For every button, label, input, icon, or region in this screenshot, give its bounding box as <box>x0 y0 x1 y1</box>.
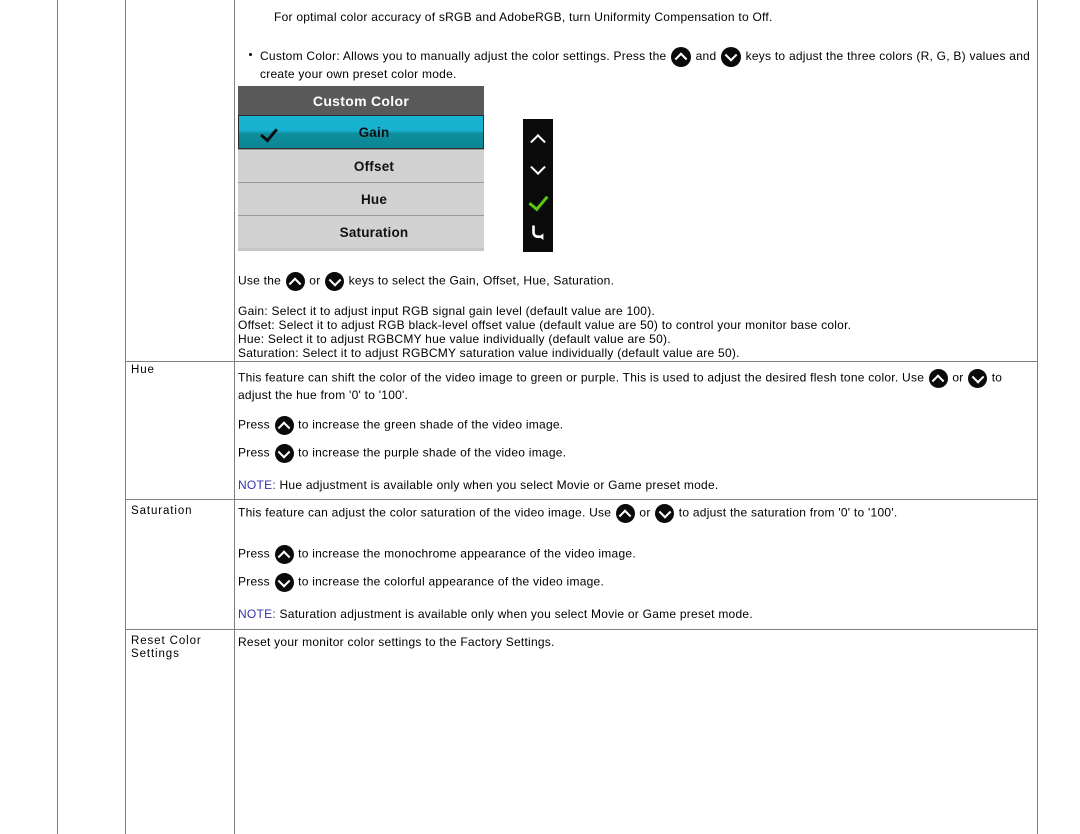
reset-description: Reset your monitor color settings to the… <box>238 635 555 649</box>
hue-press-up-pre: Press <box>238 417 270 432</box>
down-chevron-icon <box>655 504 675 523</box>
custom-color-bullet-list: Custom Color: Allows you to manually adj… <box>238 47 1036 82</box>
use-keys-line: Use the or keys to select the Gain, Offs… <box>238 272 1036 291</box>
definition-saturation: Saturation: Select it to adjust RGBCMY s… <box>238 346 740 360</box>
saturation-desc-or: or <box>639 505 651 520</box>
custom-color-intro-block: For optimal color accuracy of sRGB and A… <box>238 10 1036 25</box>
hue-press-up-line: Press to increase the green shade of the… <box>238 416 1036 435</box>
document-page: For optimal color accuracy of sRGB and A… <box>0 0 1080 834</box>
use-keys-text-2: keys to select the Gain, Offset, Hue, Sa… <box>348 273 615 288</box>
up-chevron-icon[interactable] <box>527 128 549 150</box>
row-divider-hue <box>125 361 1037 362</box>
up-chevron-icon <box>928 369 948 388</box>
definition-offset: Offset: Select it to adjust RGB black-le… <box>238 318 852 332</box>
table-col2-divider <box>234 0 235 834</box>
saturation-desc-text-1: This feature can adjust the color satura… <box>238 505 612 520</box>
definition-gain: Gain: Select it to adjust input RGB sign… <box>238 304 656 318</box>
use-keys-or: or <box>309 273 321 288</box>
down-chevron-icon <box>274 573 294 592</box>
hue-desc-or: or <box>952 370 964 385</box>
reset-description-block: Reset your monitor color settings to the… <box>238 635 1036 650</box>
hue-press-down-pre: Press <box>238 445 270 460</box>
table-col1-divider <box>125 0 126 834</box>
custom-color-bullet-text-1: Custom Color: Allows you to manually adj… <box>260 49 667 64</box>
osd-item-offset[interactable]: Offset <box>238 149 484 182</box>
osd-menu-title: Custom Color <box>238 86 484 115</box>
up-chevron-icon <box>285 272 305 291</box>
down-chevron-icon[interactable] <box>527 159 549 181</box>
custom-color-usage-block: Use the or keys to select the Gain, Offs… <box>238 272 1036 291</box>
saturation-description: This feature can adjust the color satura… <box>238 504 1036 523</box>
osd-item-saturation[interactable]: Saturation <box>238 215 484 248</box>
custom-color-bullet-and: and <box>695 49 717 64</box>
row-divider-saturation <box>125 499 1037 500</box>
hue-note-text: Hue adjustment is available only when yo… <box>279 478 719 492</box>
up-chevron-icon <box>671 47 692 67</box>
hue-desc-text-1: This feature can shift the color of the … <box>238 370 925 385</box>
check-icon <box>261 123 283 139</box>
osd-item-label: Saturation <box>339 224 409 240</box>
saturation-desc-text-2: to adjust the saturation from '0' to '10… <box>678 505 898 520</box>
osd-item-gain[interactable]: Gain <box>238 115 484 149</box>
up-chevron-icon <box>274 545 294 564</box>
saturation-press-down-line: Press to increase the colorful appearanc… <box>238 573 1036 592</box>
table-outer-right-border <box>1037 0 1038 834</box>
hue-description-block: This feature can shift the color of the … <box>238 369 1036 403</box>
osd-item-label: Offset <box>353 158 395 174</box>
custom-color-definitions-block: Gain: Select it to adjust input RGB sign… <box>238 304 1036 360</box>
osd-item-hue[interactable]: Hue <box>238 182 484 215</box>
green-check-icon[interactable] <box>527 190 549 212</box>
hue-press-down-line: Press to increase the purple shade of th… <box>238 444 1036 463</box>
saturation-press-down-pre: Press <box>238 574 270 589</box>
saturation-press-down-post: to increase the colorful appearance of t… <box>298 574 605 589</box>
list-item: Custom Color: Allows you to manually adj… <box>249 47 1036 82</box>
osd-button-strip <box>523 119 553 252</box>
back-arrow-icon[interactable] <box>527 221 549 243</box>
uniformity-compensation-note: For optimal color accuracy of sRGB and A… <box>274 10 773 24</box>
custom-color-bullet-block: Custom Color: Allows you to manually adj… <box>238 47 1036 82</box>
table-outer-left-border <box>57 0 58 834</box>
hue-press-up-post: to increase the green shade of the video… <box>298 417 564 432</box>
definition-hue: Hue: Select it to adjust RGBCMY hue valu… <box>238 332 671 346</box>
saturation-press-up-pre: Press <box>238 546 270 561</box>
hue-press-down-post: to increase the purple shade of the vide… <box>298 445 567 460</box>
saturation-description-block: This feature can adjust the color satura… <box>238 504 1036 523</box>
up-chevron-icon <box>274 416 294 435</box>
note-label: NOTE: <box>238 478 276 492</box>
osd-item-label: Hue <box>360 191 388 207</box>
up-chevron-icon <box>615 504 635 523</box>
saturation-note-text: Saturation adjustment is available only … <box>279 607 753 621</box>
saturation-note-line: NOTE: Saturation adjustment is available… <box>238 607 1036 622</box>
osd-custom-color-menu: Custom Color Gain Offset Hue Saturation <box>238 86 484 251</box>
row-divider-reset <box>125 629 1037 630</box>
note-label: NOTE: <box>238 607 276 621</box>
row-label-saturation: Saturation <box>131 505 193 517</box>
saturation-press-up-line: Press to increase the monochrome appeara… <box>238 545 1036 564</box>
down-chevron-icon <box>325 272 345 291</box>
down-chevron-icon <box>274 444 294 463</box>
saturation-press-up-post: to increase the monochrome appearance of… <box>298 546 636 561</box>
down-chevron-icon <box>968 369 988 388</box>
hue-description: This feature can shift the color of the … <box>238 369 1036 403</box>
down-chevron-icon <box>721 47 741 67</box>
hue-note-line: NOTE: Hue adjustment is available only w… <box>238 478 1036 493</box>
row-label-reset-color-settings: Reset Color Settings <box>131 635 202 660</box>
row-label-hue: Hue <box>131 364 155 376</box>
use-keys-text-1: Use the <box>238 273 282 288</box>
